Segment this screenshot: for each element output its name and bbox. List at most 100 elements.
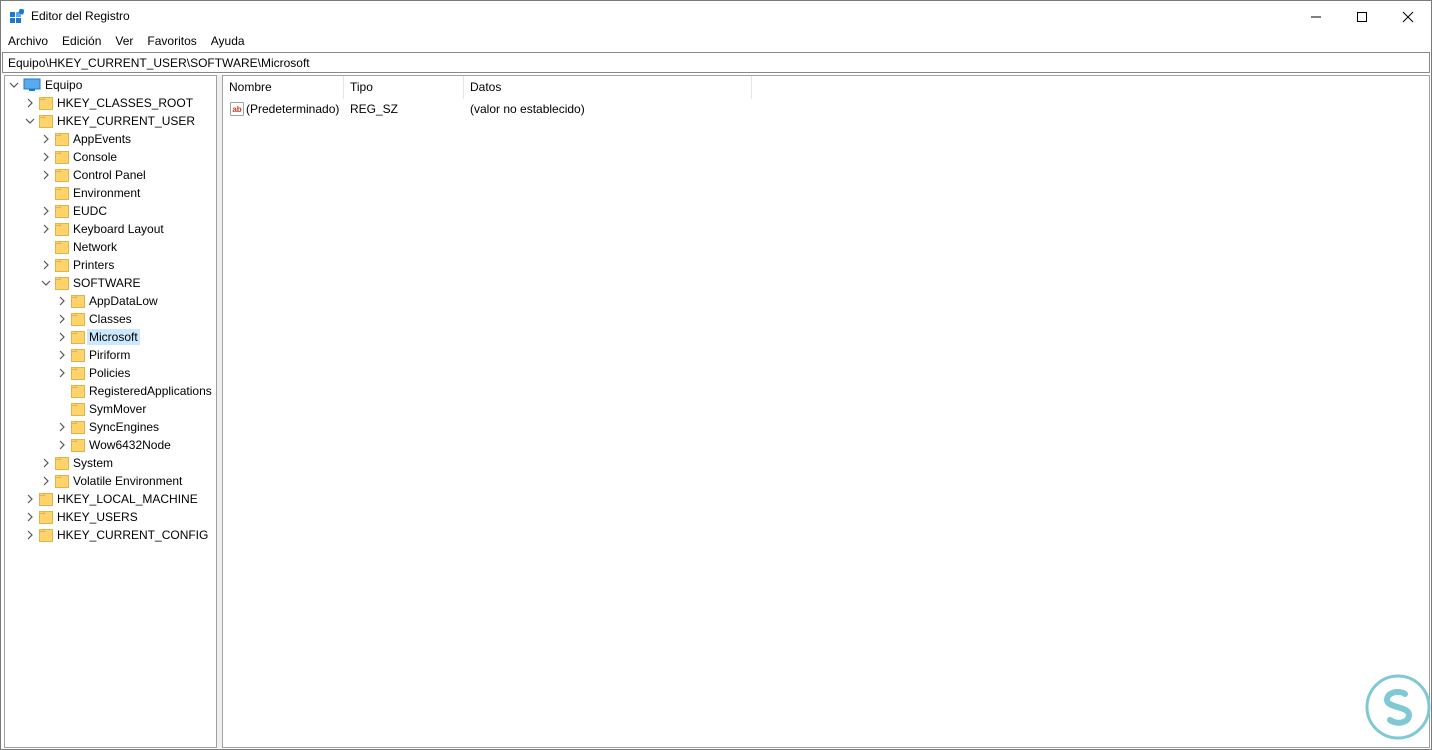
tree-item-equipo[interactable]: Equipo [5,76,216,94]
values-list[interactable]: Nombre Tipo Datos ab (Predeterminado) RE… [222,75,1430,748]
folder-icon [39,511,53,524]
chevron-right-icon[interactable] [41,476,51,486]
tree-item-keyboard-layout[interactable]: Keyboard Layout [5,220,216,238]
chevron-right-icon[interactable] [25,98,35,108]
column-header-data[interactable]: Datos [464,76,752,99]
menu-ver[interactable]: Ver [108,32,140,51]
folder-icon [71,295,85,308]
close-button[interactable] [1385,1,1431,32]
tree-item-system[interactable]: System [5,454,216,472]
tree-item-label: Policies [89,366,131,380]
folder-icon [39,115,53,128]
menu-favoritos[interactable]: Favoritos [140,32,203,51]
tree-item-piriform[interactable]: Piriform [5,346,216,364]
computer-icon [23,78,41,91]
tree-item-console[interactable]: Console [5,148,216,166]
tree-item-hkey-current-user[interactable]: HKEY_CURRENT_USER [5,112,216,130]
tree-item-syncengines[interactable]: SyncEngines [5,418,216,436]
tree-item-wow6432node[interactable]: Wow6432Node [5,436,216,454]
chevron-right-icon[interactable] [57,440,67,450]
tree-item-symmover[interactable]: SymMover [5,400,216,418]
tree-item-label: Keyboard Layout [73,222,164,236]
chevron-right-icon[interactable] [25,494,35,504]
chevron-down-icon[interactable] [41,278,51,288]
folder-icon [55,241,69,254]
tree-item-eudc[interactable]: EUDC [5,202,216,220]
tree-item-label: Volatile Environment [73,474,183,488]
chevron-right-icon[interactable] [57,350,67,360]
chevron-right-icon[interactable] [41,152,51,162]
tree-item-hkey-current-config[interactable]: HKEY_CURRENT_CONFIG [5,526,216,544]
chevron-right-icon[interactable] [57,422,67,432]
registry-tree[interactable]: Equipo HKEY_CLASSES_ROOT HKEY_CURRENT_USER… [4,75,217,748]
folder-icon [55,187,69,200]
chevron-right-icon[interactable] [41,224,51,234]
column-header-name[interactable]: Nombre [223,76,344,99]
tree-item-label: HKEY_CURRENT_USER [57,114,196,128]
folder-icon [55,205,69,218]
folder-icon [39,493,53,506]
tree-item-label: Classes [89,312,132,326]
chevron-down-icon[interactable] [25,116,35,126]
chevron-right-icon[interactable] [57,332,67,342]
string-value-icon: ab [230,102,244,116]
folder-icon [55,277,69,290]
tree-item-environment[interactable]: Environment [5,184,216,202]
tree-item-label: Equipo [45,78,83,92]
window-title: Editor del Registro [31,9,130,23]
chevron-right-icon[interactable] [41,170,51,180]
close-icon [1402,11,1414,22]
value-row[interactable]: ab (Predeterminado) REG_SZ (valor no est… [223,100,1429,118]
column-header-type[interactable]: Tipo [344,76,464,99]
folder-icon [55,133,69,146]
chevron-right-icon[interactable] [57,296,67,306]
chevron-right-icon[interactable] [57,314,67,324]
tree-item-hkey-users[interactable]: HKEY_USERS [5,508,216,526]
tree-item-microsoft[interactable]: Microsoft [5,328,216,346]
tree-item-policies[interactable]: Policies [5,364,216,382]
tree-item-hkey-local-machine[interactable]: HKEY_LOCAL_MACHINE [5,490,216,508]
tree-item-registeredapplications[interactable]: RegisteredApplications [5,382,216,400]
tree-item-label: SOFTWARE [73,276,141,290]
tree-item-label: System [73,456,114,470]
chevron-right-icon[interactable] [25,530,35,540]
registry-editor-window: Editor del Registro Archivo Edición Ver … [0,0,1432,750]
tree-item-control-panel[interactable]: Control Panel [5,166,216,184]
menu-edicion[interactable]: Edición [55,32,108,51]
maximize-icon [1357,11,1367,22]
tree-item-printers[interactable]: Printers [5,256,216,274]
chevron-right-icon[interactable] [57,368,67,378]
svg-text:ab: ab [232,105,241,114]
tree-item-volatile-environment[interactable]: Volatile Environment [5,472,216,490]
folder-icon [71,403,85,416]
menu-archivo[interactable]: Archivo [1,32,55,51]
minimize-icon [1311,16,1321,17]
value-type: REG_SZ [350,102,399,116]
folder-icon [71,349,85,362]
chevron-right-icon[interactable] [41,260,51,270]
folder-icon [71,439,85,452]
minimize-button[interactable] [1293,1,1339,32]
menu-ayuda[interactable]: Ayuda [204,32,252,51]
chevron-down-icon[interactable] [9,80,19,90]
tree-item-label: Piriform [89,348,131,362]
tree-item-hkey-classes-root[interactable]: HKEY_CLASSES_ROOT [5,94,216,112]
tree-item-label: HKEY_USERS [57,510,138,524]
chevron-right-icon[interactable] [41,206,51,216]
folder-icon [39,529,53,542]
tree-item-label: AppEvents [73,132,132,146]
tree-item-appevents[interactable]: AppEvents [5,130,216,148]
chevron-right-icon[interactable] [41,458,51,468]
maximize-button[interactable] [1339,1,1385,32]
address-bar[interactable]: Equipo\HKEY_CURRENT_USER\SOFTWARE\Micros… [2,52,1430,73]
tree-item-label: Network [73,240,118,254]
tree-item-classes[interactable]: Classes [5,310,216,328]
folder-icon [55,475,69,488]
tree-item-network[interactable]: Network [5,238,216,256]
title-bar: Editor del Registro [1,1,1431,32]
chevron-right-icon[interactable] [25,512,35,522]
tree-item-software[interactable]: SOFTWARE [5,274,216,292]
tree-item-appdatalow[interactable]: AppDataLow [5,292,216,310]
value-data: (valor no establecido) [470,102,585,116]
chevron-right-icon[interactable] [41,134,51,144]
